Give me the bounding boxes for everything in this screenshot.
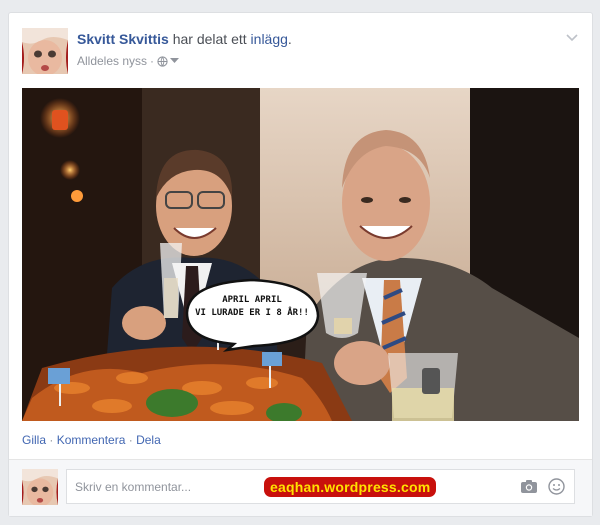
bubble-line-2: VI LURADE ER I 8 ÅR!! [195,308,309,318]
speech-bubble-text: APRIL APRIL VI LURADE ER I 8 ÅR!! [190,294,314,320]
author-name-link[interactable]: Skvitt Skvittis [77,31,169,47]
camera-icon[interactable] [520,479,538,494]
post-actions: Gilla · Kommentera · Dela [22,433,161,447]
post-header: Skvitt Skvittis har delat ett inlägg. Al… [77,31,292,68]
post-meta: Alldeles nyss · [77,54,292,68]
baby-face-image [22,28,68,74]
globe-icon [157,55,168,67]
smiley-icon[interactable] [548,478,565,495]
chevron-down-icon[interactable] [564,29,580,45]
period: . [287,31,292,47]
comment-placeholder: Skriv en kommentar... [75,480,192,494]
watermark-badge: eaqhan.wordpress.com [264,477,437,497]
comment-input[interactable]: Skriv en kommentar... eaqhan.wordpress.c… [66,469,575,504]
action-text: har delat ett [172,31,247,47]
post-photo[interactable]: APRIL APRIL VI LURADE ER I 8 ÅR!! [22,88,579,421]
privacy-selector[interactable] [157,55,180,67]
bubble-line-1: APRIL APRIL [222,295,282,305]
post-card: Skvitt Skvittis har delat ett inlägg. Al… [8,12,593,517]
post-header-line: Skvitt Skvittis har delat ett inlägg. [77,31,292,47]
timestamp-link[interactable]: Alldeles nyss [77,54,147,68]
meta-separator: · [150,54,155,68]
commenter-avatar[interactable] [22,469,58,505]
action-sep-1: · [46,433,57,447]
baby-face-image [22,469,58,505]
caret-down-icon [170,58,180,63]
share-link[interactable]: Dela [136,433,161,447]
photo-illustration [22,88,579,421]
action-sep-2: · [125,433,137,447]
like-link[interactable]: Gilla [22,433,46,447]
shared-post-link[interactable]: inlägg [251,31,288,47]
comment-link[interactable]: Kommentera [57,433,126,447]
author-avatar[interactable] [22,28,68,74]
comment-section: Skriv en kommentar... eaqhan.wordpress.c… [9,460,592,516]
